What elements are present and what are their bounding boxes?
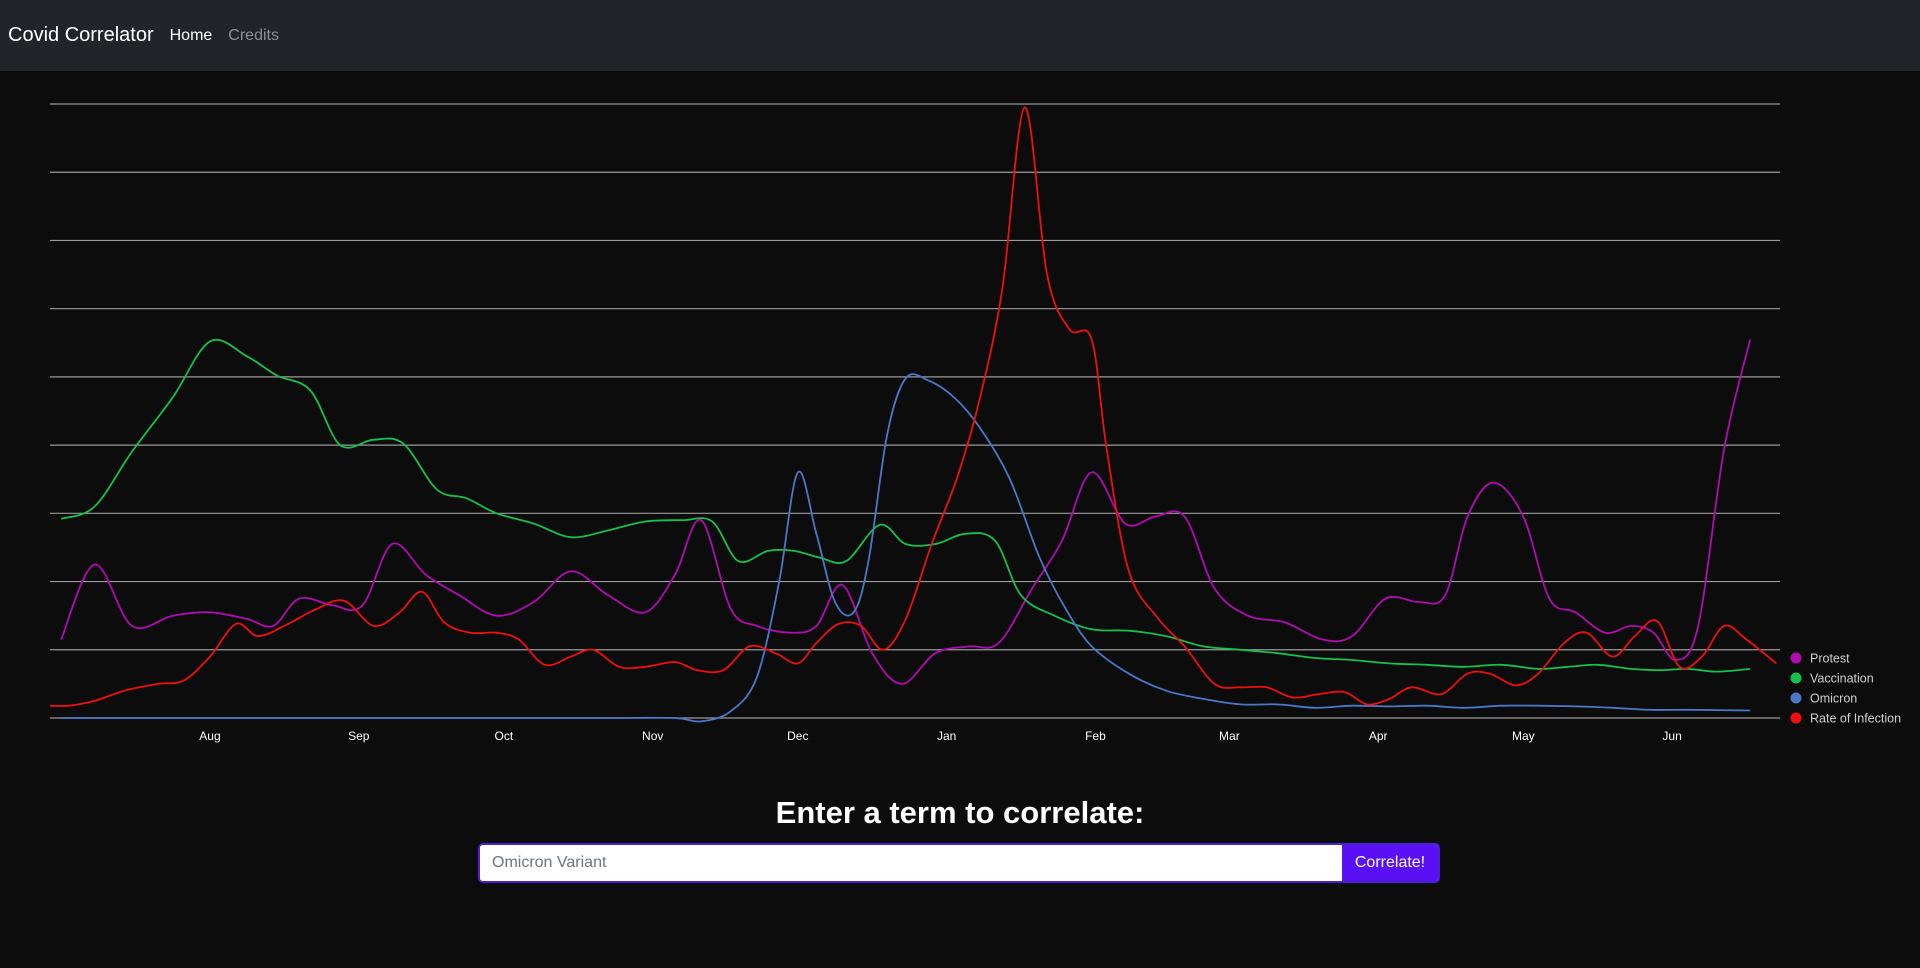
- x-tick-label: Mar: [1219, 729, 1240, 743]
- brand-link[interactable]: Covid Correlator: [8, 24, 154, 47]
- term-input[interactable]: [480, 845, 1342, 881]
- legend-marker-rate-of-infection: [1790, 712, 1802, 724]
- x-tick-label: Dec: [787, 729, 808, 743]
- x-tick-label: Aug: [199, 729, 220, 743]
- x-tick-label: Sep: [348, 729, 370, 743]
- legend-marker-omicron: [1790, 692, 1802, 704]
- series-line-rate-of-infection: [49, 106, 1777, 707]
- x-tick-label: Apr: [1369, 729, 1388, 743]
- correlate-button[interactable]: Correlate!: [1342, 845, 1438, 881]
- x-tick-label: Feb: [1085, 729, 1106, 743]
- correlate-heading: Enter a term to correlate:: [775, 795, 1145, 830]
- series-line-omicron: [61, 373, 1751, 723]
- legend-label-omicron: Omicron: [1810, 692, 1857, 706]
- search-group: Correlate!: [478, 843, 1440, 883]
- correlation-chart: Aug Sep Oct Nov Dec Jan Feb Mar Apr May Jun Protest…: [49, 103, 1901, 743]
- series-line-vaccination: [60, 338, 1751, 673]
- legend-marker-protest: [1790, 652, 1802, 664]
- navbar: Covid Correlator Home Credits: [0, 0, 1920, 71]
- x-tick-label: May: [1512, 729, 1535, 743]
- legend-marker-vaccination: [1790, 672, 1802, 684]
- x-tick-label: Nov: [642, 729, 663, 743]
- series-line-protest: [60, 339, 1752, 685]
- legend-label-vaccination: Vaccination: [1810, 672, 1874, 686]
- x-tick-label: Oct: [495, 729, 514, 743]
- legend-label-protest: Protest: [1810, 652, 1850, 666]
- nav-link-home[interactable]: Home: [170, 27, 213, 45]
- nav-link-credits[interactable]: Credits: [228, 27, 279, 45]
- x-tick-label: Jan: [937, 729, 956, 743]
- legend-label-rate-of-infection: Rate of Infection: [1810, 712, 1901, 726]
- x-tick-label: Jun: [1662, 729, 1681, 743]
